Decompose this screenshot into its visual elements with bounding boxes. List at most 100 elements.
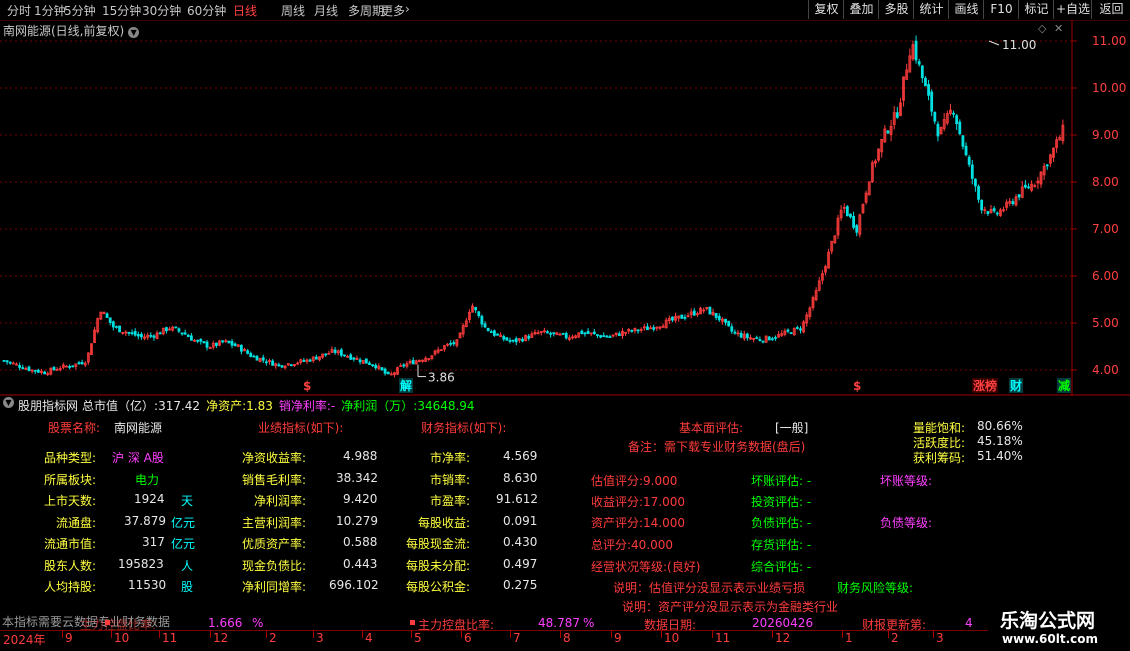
candle-body xyxy=(1027,186,1030,189)
candle-body xyxy=(849,213,852,218)
profile-unit: 亿元 xyxy=(171,516,196,530)
candle-body xyxy=(374,364,378,369)
toolbar-button[interactable]: F10 xyxy=(983,0,1019,19)
close-icon[interactable]: ✕ xyxy=(1054,22,1063,35)
timeline-axis: 2024年 9 10 11 12 2 3 4 5 6 7 8 9 10 11 12 1 2 3 xyxy=(0,630,1130,651)
candle-body xyxy=(730,326,734,332)
period-tab[interactable]: 分时 xyxy=(7,2,31,19)
toolbar-button[interactable]: 复权 xyxy=(808,0,844,19)
perf-value: 10.279 xyxy=(336,514,378,528)
month-tick xyxy=(510,630,511,638)
period-tab[interactable]: 30分钟 xyxy=(142,2,181,19)
event-marker[interactable]: 涨榜 xyxy=(973,378,997,393)
high-pointer xyxy=(988,40,1000,46)
info-panel-header: ▼ 股朋指标网 总市值（亿）:317.42 净资产:1.83 销净利率:- 净利润（万… xyxy=(0,396,1130,413)
fin-value: 0.091 xyxy=(503,514,538,528)
eval-item: 存货评估: - xyxy=(751,538,812,552)
candle-body xyxy=(952,112,955,115)
event-marker[interactable]: $ xyxy=(853,379,861,393)
profile-label: 上市天数: xyxy=(44,494,97,508)
toolbar-button[interactable]: 标记 xyxy=(1018,0,1054,19)
profile-label: 股东人数: xyxy=(44,559,97,573)
candle-body xyxy=(180,332,184,335)
period-tab[interactable]: 多周期 xyxy=(348,2,384,19)
event-marker[interactable]: 财 xyxy=(1009,378,1022,393)
period-tab[interactable]: 月线 xyxy=(314,2,338,19)
toolbar-button[interactable]: +自选 xyxy=(1053,0,1092,19)
toolbar-button[interactable]: 叠加 xyxy=(843,0,879,19)
fin-update-value: 4 xyxy=(965,616,973,630)
toolbar-button[interactable]: 返回 xyxy=(1091,0,1130,19)
candle-body xyxy=(80,362,84,365)
timeline-year: 2024年 xyxy=(3,633,46,647)
perf-label: 现金负债比: xyxy=(242,559,307,573)
timeline-month: 11 xyxy=(715,631,731,645)
header-metric: 净利润（万）:34648.94 xyxy=(341,399,474,413)
candle-body xyxy=(230,341,234,346)
toolbar-button[interactable]: 统计 xyxy=(913,0,949,19)
ctrl-value: 48.787 xyxy=(538,616,580,630)
header-metric-value: 317.42 xyxy=(158,399,201,413)
event-marker[interactable]: $ xyxy=(303,379,311,393)
candle-body xyxy=(592,331,596,335)
kline-chart[interactable]: 11.00 10.00 9.00 8.00 7.00 6.00 5.00 4.00 11.00 3… xyxy=(0,20,1130,396)
timeline-month: 10 xyxy=(664,631,680,645)
period-tab[interactable]: 15分钟 xyxy=(102,2,141,19)
fin-header: 财务指标(如下): xyxy=(421,421,507,435)
period-tab[interactable]: 1分钟 xyxy=(34,2,66,19)
candle-body xyxy=(333,349,337,353)
eval-item: 投资评估: - xyxy=(751,495,812,509)
candle-body xyxy=(799,328,802,331)
fin-label: 市净率: xyxy=(430,451,471,465)
candle-body xyxy=(602,335,606,338)
chevron-down-icon[interactable]: ▼ xyxy=(3,397,14,408)
candle-body xyxy=(708,306,712,315)
debt-grade: 负债等级: xyxy=(880,516,933,530)
profile-label: 品种类型: xyxy=(44,451,97,465)
candle-body xyxy=(855,225,859,233)
period-tab[interactable]: 日线 xyxy=(233,2,257,19)
stat-label: 获利筹码: xyxy=(913,451,966,465)
explain-2: 说明：资产评分没显示表示为金融类行业 xyxy=(622,600,839,614)
candle-body xyxy=(483,323,487,328)
score-item: 总评分:40.000 xyxy=(591,538,674,552)
header-metric-label: 净利润（万） xyxy=(341,399,414,413)
period-tab[interactable]: 5分钟 xyxy=(64,2,96,19)
event-marker[interactable]: 解 xyxy=(400,378,412,393)
score-item: 收益评分:17.000 xyxy=(591,495,686,509)
candle-body xyxy=(199,339,203,342)
month-tick xyxy=(362,630,363,638)
candle-body xyxy=(349,354,353,360)
candle-body xyxy=(149,335,153,337)
toolbar-button[interactable]: 画线 xyxy=(948,0,984,19)
chevron-down-icon[interactable]: ▼ xyxy=(128,27,140,38)
candle-body xyxy=(521,338,524,342)
toolbar-button[interactable]: 多股 xyxy=(878,0,914,19)
candle-body xyxy=(8,361,12,364)
candle-body xyxy=(717,315,721,321)
period-tab[interactable]: 更多 xyxy=(381,2,405,19)
candle-body xyxy=(33,369,37,372)
y-tick-label: 4.00 xyxy=(1092,363,1119,377)
eval-item: 坏账评估: - xyxy=(751,474,812,488)
candle-body xyxy=(646,326,649,331)
candle-body xyxy=(527,335,531,339)
profile-value: 1924 xyxy=(134,492,165,506)
score-item: 经营状况等级:(良好) xyxy=(591,560,701,574)
period-tab[interactable]: 60分钟 xyxy=(187,2,226,19)
perf-label: 净利润率: xyxy=(254,494,307,508)
chevron-right-icon[interactable]: › xyxy=(405,2,410,16)
candle-body xyxy=(480,315,484,325)
candle-body xyxy=(127,331,131,334)
candle-body xyxy=(221,340,225,343)
period-tab[interactable]: 周线 xyxy=(281,2,305,19)
month-tick xyxy=(888,630,889,638)
timeline-month: 6 xyxy=(464,631,472,645)
diamond-icon[interactable]: ◇ xyxy=(1038,22,1046,35)
stat-value: 80.66% xyxy=(977,419,1023,433)
candle-body xyxy=(411,359,415,365)
event-marker[interactable]: 减 xyxy=(1058,378,1070,393)
candle-body xyxy=(190,335,193,341)
candle-body xyxy=(652,327,656,330)
timeline-month: 3 xyxy=(936,631,944,645)
